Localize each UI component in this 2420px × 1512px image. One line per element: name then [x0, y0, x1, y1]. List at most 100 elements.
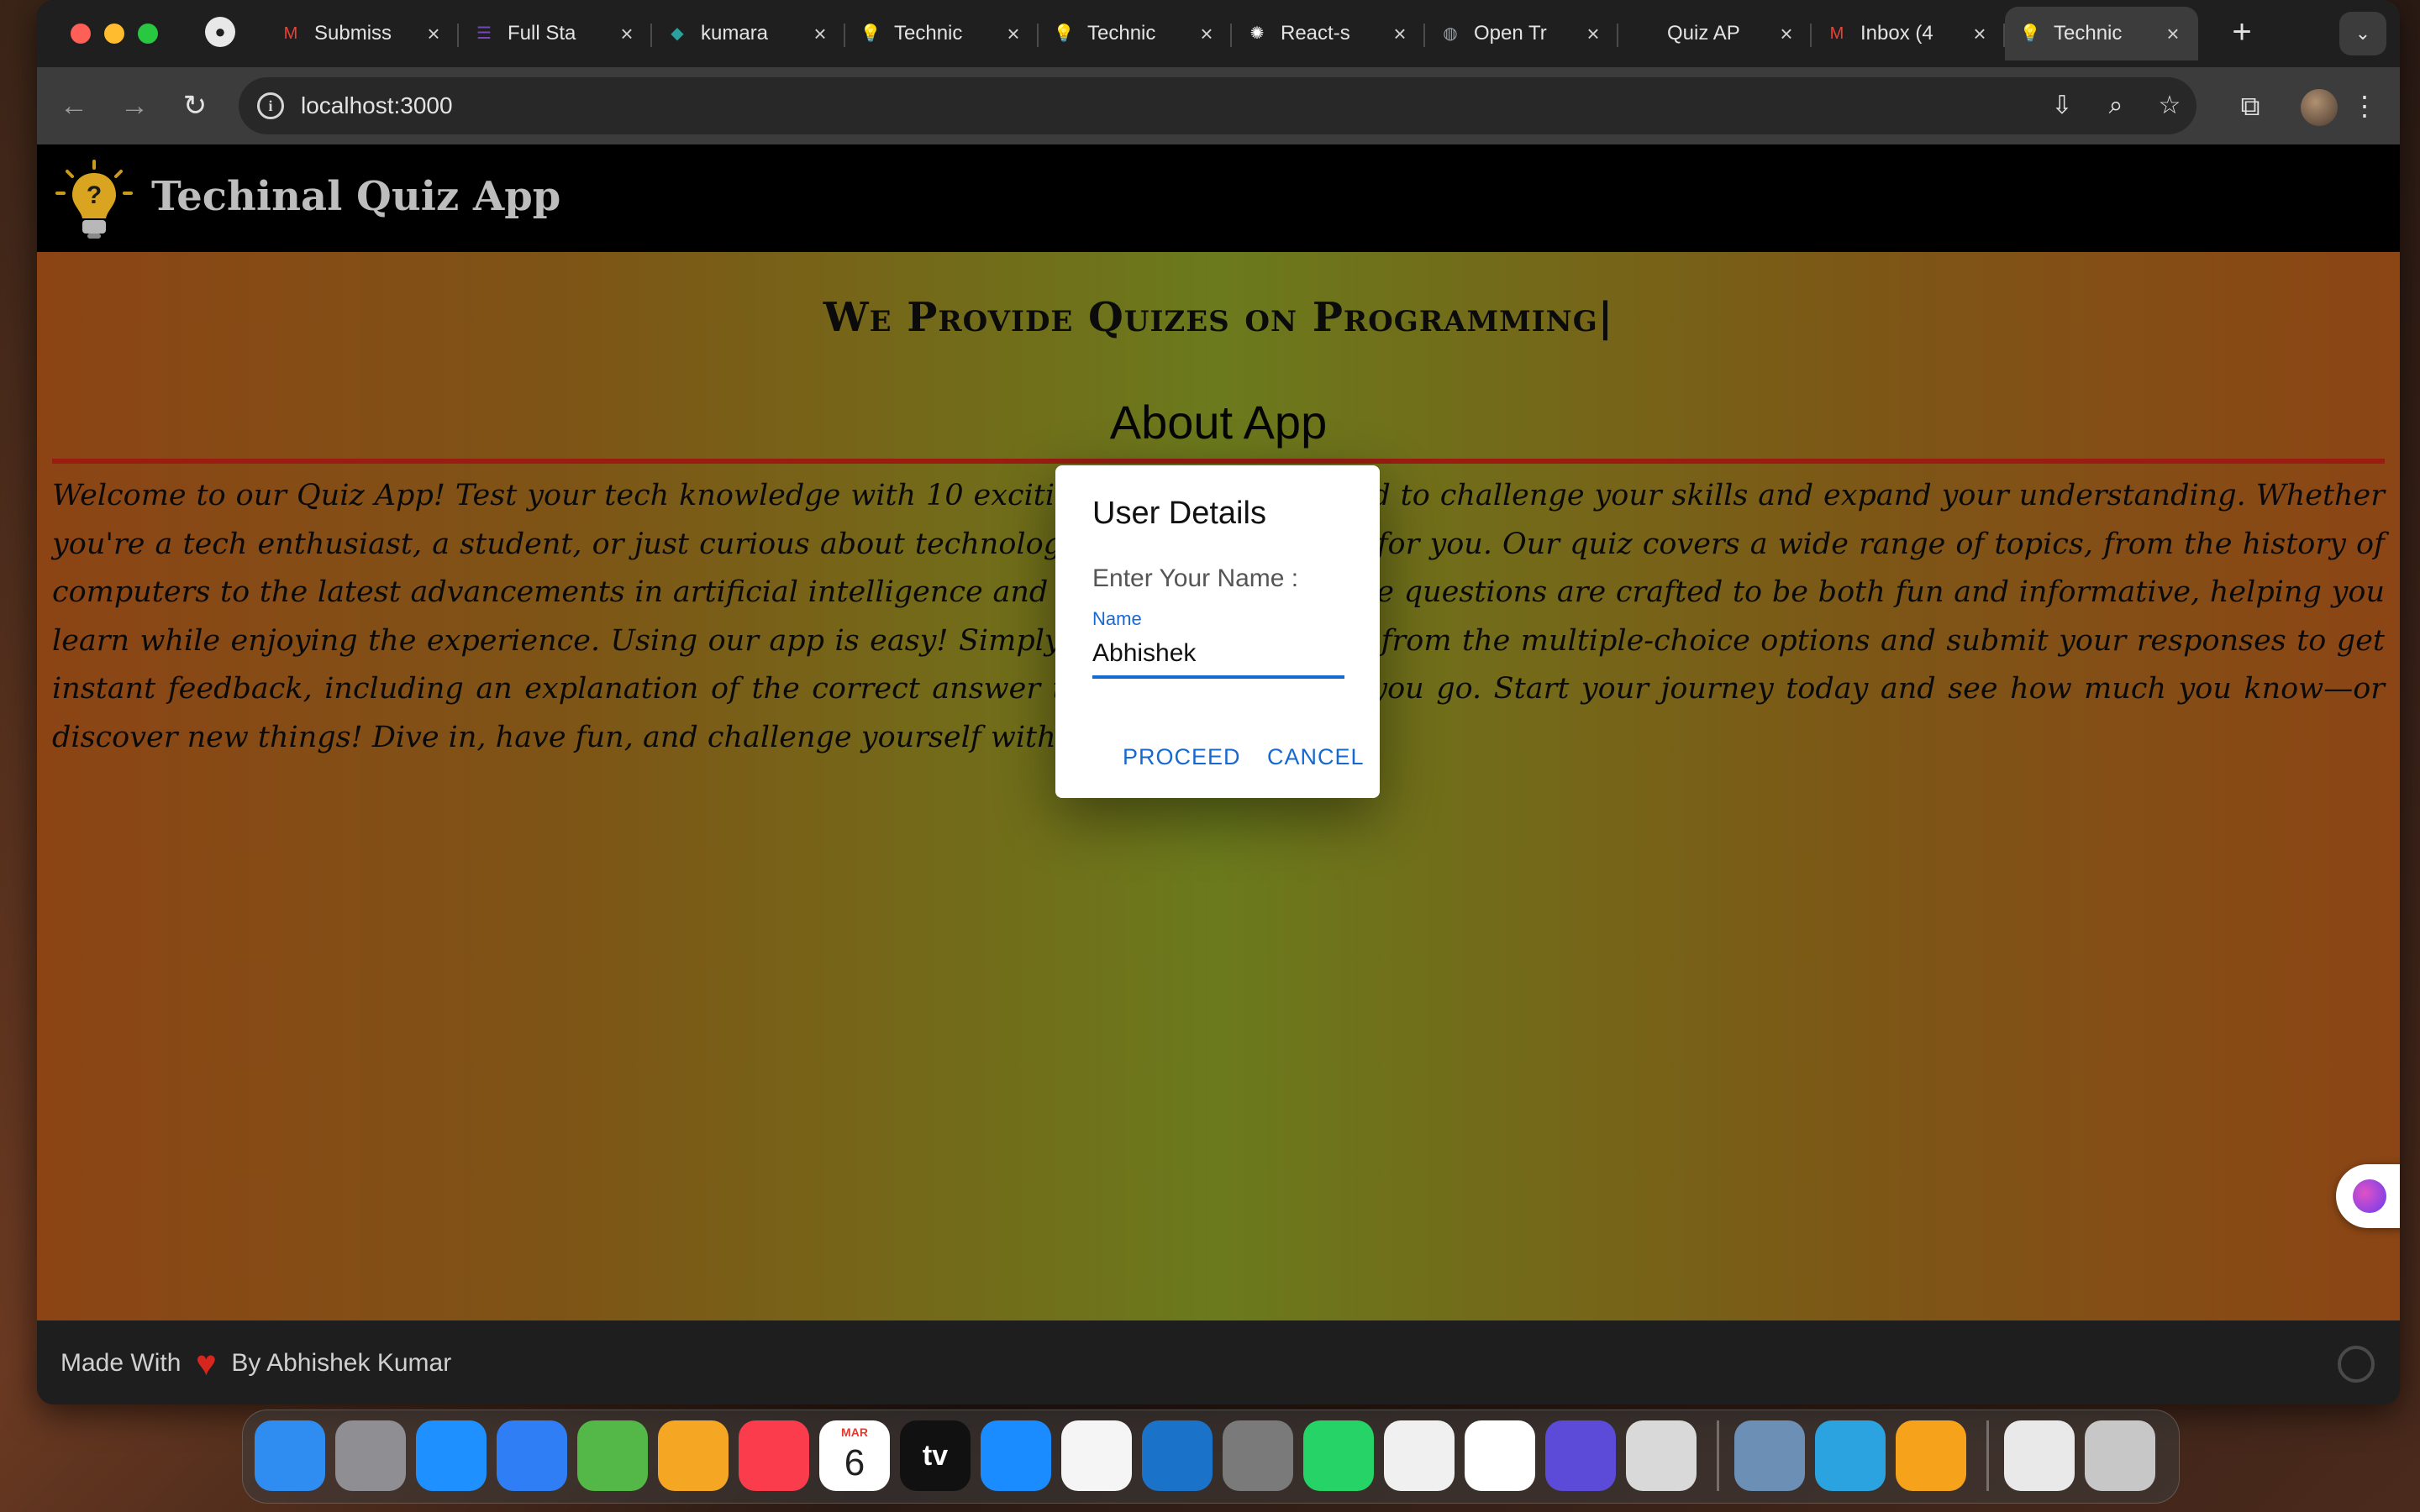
gmail-icon: M [1829, 24, 1844, 43]
address-bar[interactable]: i localhost:3000 ⇩ ⌕ ☆ [239, 77, 2196, 134]
browser-tab[interactable]: ◍ Open Tr × [1425, 7, 1618, 60]
pages-icon[interactable] [1896, 1420, 1966, 1491]
music-icon[interactable] [739, 1420, 809, 1491]
launchpad-icon[interactable] [335, 1420, 406, 1491]
calendar-icon[interactable]: MAR 6 [819, 1420, 890, 1491]
browser-tab[interactable]: ✺ React-s × [1232, 7, 1425, 60]
more-menu-icon[interactable]: ⋮ [2344, 86, 2385, 126]
footer-credit: Made With ♥ By Abhishek Kumar [60, 1346, 452, 1381]
tab-title: Open Tr [1474, 22, 1547, 45]
diamond-icon: ◆ [671, 24, 684, 43]
user-details-dialog: User Details Enter Your Name : Name PROC… [1055, 465, 1380, 798]
finder-icon[interactable] [255, 1420, 325, 1491]
close-window-button[interactable] [71, 24, 91, 44]
assistant-extension-button[interactable] [2336, 1164, 2400, 1228]
browser-tab[interactable]: M Inbox (4 × [1812, 7, 2005, 60]
mongodb-compass-icon[interactable] [1061, 1420, 1132, 1491]
dock-separator [1986, 1420, 1989, 1491]
tab-close-icon[interactable]: × [615, 21, 639, 47]
gear-app-icon[interactable] [1545, 1420, 1616, 1491]
tab-title: Inbox (4 [1860, 22, 1933, 45]
bookmark-star-icon[interactable]: ☆ [2153, 89, 2186, 123]
bulb-icon: 💡 [1053, 24, 1075, 43]
dialog-prompt: Enter Your Name : [1092, 564, 1299, 592]
name-input[interactable] [1092, 635, 1344, 672]
browser-tab[interactable]: Quiz AP × [1618, 7, 1812, 60]
browser-tab[interactable]: M Submiss × [266, 7, 459, 60]
app-store-icon[interactable] [981, 1420, 1051, 1491]
maps-icon[interactable] [577, 1420, 648, 1491]
fullscreen-window-button[interactable] [138, 24, 158, 44]
tab-close-icon[interactable]: × [1581, 21, 1605, 47]
reload-icon[interactable]: ↻ [175, 86, 215, 126]
typewriter-tagline: We Provide Quizes on Programming| [823, 294, 1614, 341]
browser-tab[interactable]: 💡 Technic × [1039, 7, 1232, 60]
mail-icon[interactable] [497, 1420, 567, 1491]
footer-author: By Abhishek Kumar [231, 1349, 452, 1377]
name-input-underline [1092, 675, 1344, 679]
tab-close-icon[interactable]: × [1388, 21, 1412, 47]
preview-icon[interactable] [1734, 1420, 1805, 1491]
bulb-icon: 💡 [2019, 24, 2041, 43]
tab-close-icon[interactable]: × [808, 21, 832, 47]
tab-close-icon[interactable]: × [1002, 21, 1025, 47]
about-heading: About App [1109, 396, 1328, 449]
minimize-window-button[interactable] [104, 24, 124, 44]
openai-icon: ✺ [1249, 24, 1265, 43]
browser-tab[interactable]: ☰ Full Sta × [459, 7, 652, 60]
tab-title: Technic [894, 22, 963, 45]
tab-title: React-s [1281, 22, 1350, 45]
address-url[interactable]: localhost:3000 [301, 92, 453, 119]
github-pinned-tab-icon[interactable]: ● [205, 17, 235, 47]
cancel-button[interactable]: CANCEL [1267, 744, 1365, 770]
browser-toolbar: ← → ↻ i localhost:3000 ⇩ ⌕ ☆ ⧉ ⋮ [37, 67, 2400, 144]
system-settings-icon[interactable] [1223, 1420, 1293, 1491]
tab-close-icon[interactable]: × [422, 21, 445, 47]
vscode-icon[interactable] [1142, 1420, 1213, 1491]
back-arrow-icon[interactable]: ← [54, 86, 94, 126]
lightbulb-logo-icon: ? [55, 160, 133, 239]
tab-title: Quiz AP [1667, 22, 1740, 45]
tab-close-icon[interactable]: × [1775, 21, 1798, 47]
simulator-icon[interactable] [1626, 1420, 1697, 1491]
chrome-icon[interactable] [1384, 1420, 1455, 1491]
freeform-icon[interactable] [1465, 1420, 1535, 1491]
app-header: ? Techinal Quiz App [37, 144, 2400, 252]
new-tab-button[interactable]: + [2222, 13, 2262, 54]
safari-icon[interactable] [416, 1420, 487, 1491]
tab-close-icon[interactable]: × [1195, 21, 1218, 47]
extensions-puzzle-icon[interactable]: ⧉ [2230, 86, 2270, 126]
browser-tab[interactable]: 💡 Technic × [845, 7, 1039, 60]
photos-icon[interactable] [658, 1420, 729, 1491]
forward-arrow-icon[interactable]: → [114, 86, 155, 126]
tab-strip: ● M Submiss × ☰ Full Sta × ◆ kumara × 💡 Technic × 💡 T… [37, 0, 2400, 67]
github-icon[interactable] [2338, 1346, 2375, 1383]
globe-icon: ◍ [1443, 24, 1458, 43]
browser-tab[interactable]: 💡 Technic × [2005, 7, 2198, 60]
tab-list: M Submiss × ☰ Full Sta × ◆ kumara × 💡 Technic × 💡 Tec… [266, 7, 2198, 60]
app-title: Techinal Quiz App [151, 173, 561, 220]
whatsapp-icon[interactable] [1303, 1420, 1374, 1491]
profile-avatar[interactable] [2301, 89, 2338, 126]
calendar-month: MAR [841, 1425, 868, 1439]
bulb-icon: 💡 [860, 24, 881, 43]
calendar-day: 6 [844, 1442, 865, 1483]
zoom-icon[interactable]: ⌕ [2099, 89, 2133, 123]
dock-separator [1717, 1420, 1719, 1491]
gmail-icon: M [283, 24, 298, 43]
telegram-icon[interactable] [1815, 1420, 1886, 1491]
docx-file-icon[interactable] [2004, 1420, 2075, 1491]
footer-prefix: Made With [60, 1349, 182, 1377]
install-app-icon[interactable]: ⇩ [2045, 89, 2079, 123]
trash-icon[interactable] [2085, 1420, 2155, 1491]
site-info-icon[interactable]: i [257, 92, 284, 119]
tab-title: Full Sta [508, 22, 576, 45]
browser-tab[interactable]: ◆ kumara × [652, 7, 845, 60]
apple-tv-icon[interactable]: tv [900, 1420, 971, 1491]
tab-search-chevron-down-icon[interactable]: ⌄ [2339, 12, 2386, 55]
proceed-button[interactable]: PROCEED [1123, 744, 1241, 770]
dialog-title: User Details [1092, 496, 1266, 531]
tab-close-icon[interactable]: × [1968, 21, 1991, 47]
tab-close-icon[interactable]: × [2161, 21, 2185, 47]
footer: Made With ♥ By Abhishek Kumar [37, 1320, 2400, 1404]
